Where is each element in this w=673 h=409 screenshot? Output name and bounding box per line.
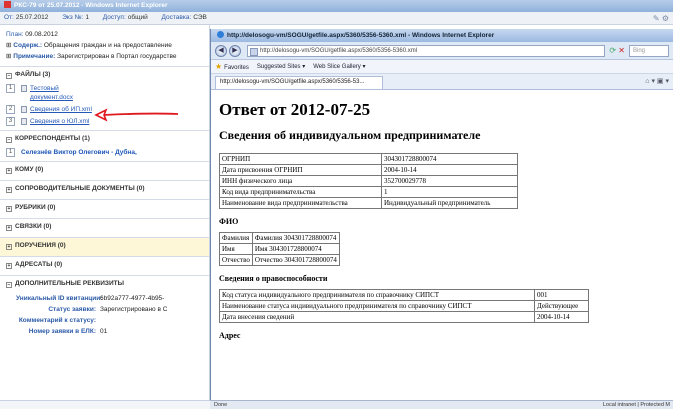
table-row: Фамилия Фамилия 304301728800074 [219, 232, 340, 244]
expand-icon: + [6, 244, 12, 250]
ie-window-icon [4, 1, 11, 8]
collapse-icon: − [6, 282, 12, 288]
suggested-sites-button[interactable]: Suggested Sites ▾ [257, 63, 305, 70]
table-row: Дата внесения сведений 2004-10-14 [219, 311, 589, 323]
attribute-row: Комментарий к статусу: [18, 317, 96, 324]
file-icon [21, 106, 27, 113]
expand-icon: + [6, 187, 12, 193]
xml-document-content: Ответ от 2012-07-25 Сведения об индивиду… [211, 90, 673, 372]
status-bar: Done Local intranet | Protected M [210, 400, 673, 409]
fio-table: Фамилия Фамилия 304301728800074 Имя Имя 30… [219, 232, 340, 266]
favorites-bar: ★ Favorites Suggested Sites ▾ Web Slice G… [211, 60, 673, 74]
file-link[interactable]: Тестовый документ.docx [30, 84, 100, 102]
back-arrow-icon[interactable]: ◀ [215, 44, 227, 57]
document-meta-bar: От: 25.07.2012 Экз №: 1 Доступ: общий Доста… [0, 12, 673, 25]
extra-attributes-header[interactable]: − ДОПОЛНИТЕЛЬНЫЕ РЕКВИЗИТЫ [6, 280, 203, 290]
document-card-panel: План: 09.08.2012 ⊞ Содерж.: Обращения гр… [0, 25, 210, 400]
red-arrow-annotation [94, 108, 179, 122]
correspondents-header[interactable]: − КОРРЕСПОНДЕНТЫ (1) [6, 135, 203, 145]
favorites-button[interactable]: ★ Favorites [215, 62, 249, 71]
addressees-section[interactable]: + АДРЕСАТЫ (0) [0, 256, 209, 275]
file-icon [21, 85, 27, 92]
links-section[interactable]: + СВЯЗКИ (0) [0, 218, 209, 237]
edit-tools-icon[interactable]: ✎ ⚙ [653, 14, 669, 23]
collapse-icon: − [6, 73, 12, 79]
back-window-title: РКС-79 от 25.07.2012 - Windows Internet … [14, 2, 168, 9]
popup-title-bar: http://delosogu-vm/SOGU/getfile.aspx/536… [211, 29, 673, 42]
correspondent-item[interactable]: 1 Селезнёв Виктор Олегович - Дубна, [6, 148, 203, 157]
fio-heading: ФИО [219, 217, 239, 226]
xml-viewer-window: http://delosogu-vm/SOGU/getfile.aspx/536… [210, 29, 673, 404]
home-icon[interactable]: ⌂ ▾ ▣ ▾ [645, 77, 669, 85]
file-link[interactable]: Сведения об ИП.xml [30, 105, 92, 114]
legal-capacity-table: Код статуса индивидуального предпринимат… [219, 289, 589, 323]
attached-docs-section[interactable]: + СОПРОВОДИТЕЛЬНЫЕ ДОКУМЕНТЫ (0) [0, 180, 209, 199]
search-input[interactable]: Bing [629, 44, 669, 57]
table-row: Код вида предпринимательства 1 [219, 186, 518, 198]
table-row: Имя Имя 304301728800074 [219, 243, 340, 255]
collapse-icon: − [6, 137, 12, 143]
note-line[interactable]: ⊞ Примечание: Зарегистрирован в Портал г… [6, 51, 203, 62]
back-window-status-area [0, 400, 210, 409]
expand-icon: + [6, 206, 12, 212]
address-bar: ◀ ▶ http://delosogu-vm/SOGU/getfile.aspx… [211, 42, 673, 60]
delivery-value: СЭВ [193, 14, 207, 21]
web-slice-gallery-button[interactable]: Web Slice Gallery ▾ [313, 63, 365, 70]
extra-attributes-section: − ДОПОЛНИТЕЛЬНЫЕ РЕКВИЗИТЫ Уникальный ID … [0, 275, 209, 341]
tab-bar: http://delosogu-vm/SOGU/getfile.aspx/536… [211, 74, 673, 90]
page-title: Ответ от 2012-07-25 [219, 100, 371, 119]
rubrics-section[interactable]: + РУБРИКИ (0) [0, 199, 209, 218]
plan-line: План: 09.08.2012 [6, 31, 58, 38]
expand-icon: ⊞ [6, 53, 12, 60]
from-date: 25.07.2012 [15, 14, 49, 21]
stop-icon[interactable]: ✕ [618, 46, 625, 55]
assignments-section[interactable]: + ПОРУЧЕНИЯ (0) [0, 237, 209, 256]
table-row: Отчество Отчество 304301728800074 [219, 254, 340, 266]
file-icon [21, 118, 27, 125]
expand-icon: + [6, 225, 12, 231]
table-row: ОГРНИП 304301728800074 [219, 153, 518, 165]
popup-title: http://delosogu-vm/SOGU/getfile.aspx/536… [227, 32, 495, 39]
security-zone[interactable]: Local intranet | Protected M [603, 402, 670, 408]
file-link[interactable]: Сведения о ЮЛ.xml [30, 117, 89, 126]
file-item[interactable]: 1 Тестовый документ.docx [6, 84, 203, 102]
to-section[interactable]: + КОМУ (0) [0, 161, 209, 180]
correspondents-section: − КОРРЕСПОНДЕНТЫ (1) 1 Селезнёв Виктор Ол… [0, 130, 209, 161]
refresh-icon[interactable]: ⟳ [609, 46, 616, 55]
table-row: Наименование статуса индивидуального пре… [219, 300, 589, 312]
table-row: Наименование вида предпринимательства Инд… [219, 197, 518, 209]
table-row: ИНН физического лица 352700029778 [219, 175, 518, 187]
address-heading: Адрес [219, 331, 241, 340]
table-row: Дата присвоения ОГРНИП 2004-10-14 [219, 164, 518, 176]
legal-capacity-heading: Сведения о правоспособности [219, 274, 328, 283]
tab-xml-document[interactable]: http://delosogu-vm/SOGU/getfile.aspx/536… [215, 76, 383, 89]
files-header[interactable]: − ФАЙЛЫ (3) [6, 71, 203, 81]
attribute-row: Статус заявки: Зарегистрировано в С [48, 306, 168, 313]
expand-icon: + [6, 263, 12, 269]
expand-icon: ⊞ [6, 42, 12, 49]
table-row: Код статуса индивидуального предпринимат… [219, 289, 589, 301]
content-line[interactable]: ⊞ Содерж.: Обращения граждан и на предос… [6, 40, 203, 51]
section-title: Сведения об индивидуальном предпринимате… [219, 128, 481, 142]
expand-icon: + [6, 168, 12, 174]
address-input[interactable]: http://delosogu-vm/SOGU/getfile.aspx/536… [247, 44, 606, 57]
star-icon: ★ [215, 62, 223, 71]
access-value: общий [127, 14, 148, 21]
attribute-row: Уникальный ID квитанции: 6b92a777-4977-4b… [16, 295, 165, 302]
attribute-row: Номер заявки в ЕЛК: 01 [28, 328, 108, 335]
copy-number: 1 [85, 14, 89, 21]
back-window-title-bar: РКС-79 от 25.07.2012 - Windows Internet … [0, 0, 673, 12]
ie-icon [217, 31, 224, 38]
status-text: Done [214, 402, 228, 408]
entrepreneur-table: ОГРНИП 304301728800074 Дата присвоения ОГ… [219, 153, 518, 209]
correspondent-link[interactable]: Селезнёв Виктор Олегович - Дубна, [21, 149, 137, 156]
forward-arrow-icon[interactable]: ▶ [229, 44, 241, 57]
